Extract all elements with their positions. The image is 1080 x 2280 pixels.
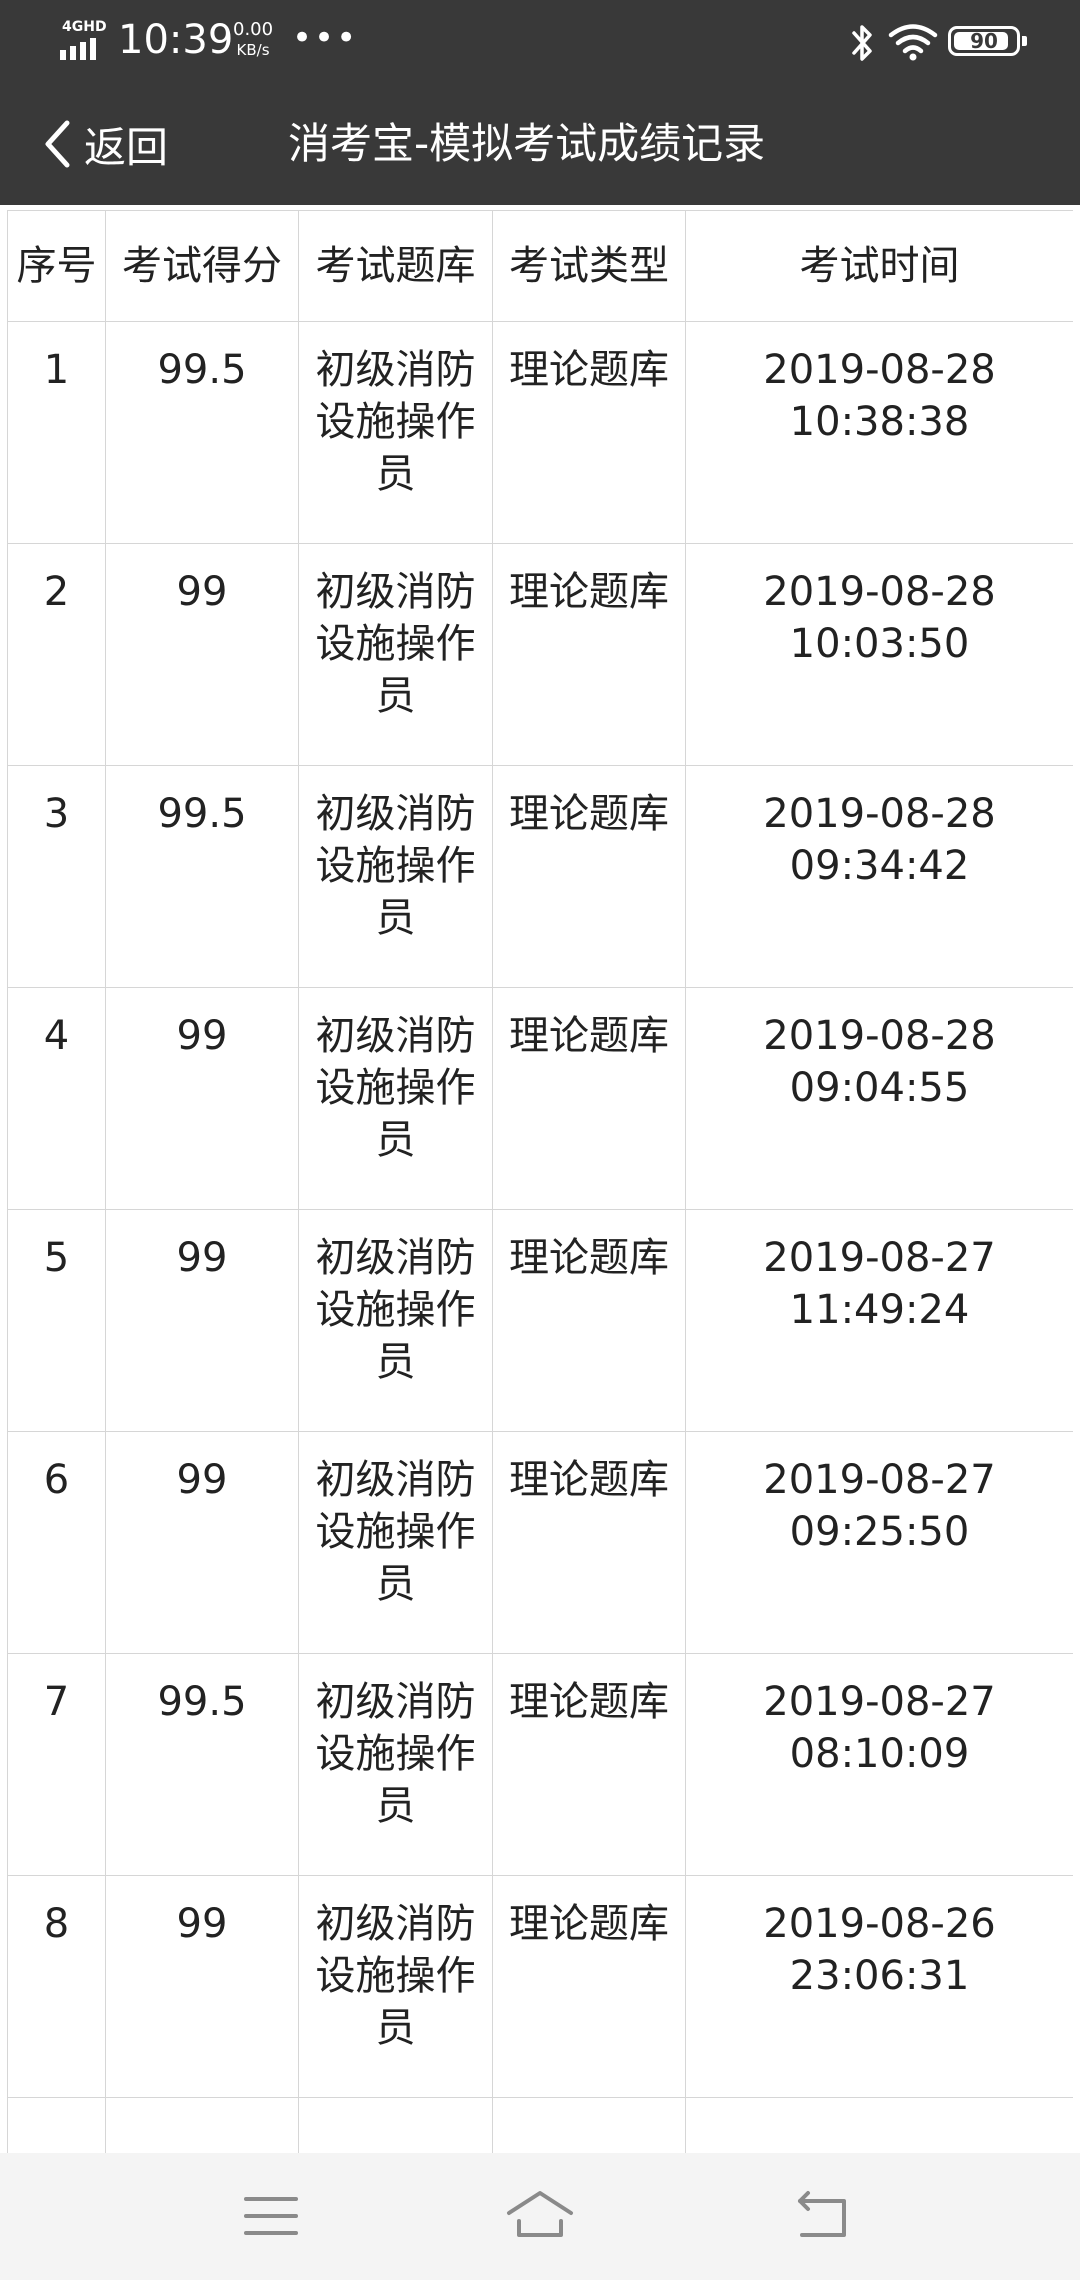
- system-nav-bar: [0, 2153, 1080, 2280]
- top-bar: 4GHD 10:39 0.00 KB/s ••• 90 返回 消考宝-模拟考试成…: [0, 0, 1080, 205]
- chevron-left-icon: [45, 120, 70, 168]
- cell-score: 99.5: [105, 1653, 299, 1876]
- return-button[interactable]: [788, 2183, 858, 2249]
- cell-no: 8: [7, 1875, 106, 2098]
- cell-bank: 初级消防设施操作员: [298, 1653, 493, 1876]
- bluetooth-icon: [852, 25, 872, 61]
- cell-no: 1: [7, 321, 106, 544]
- cell-score: 99: [105, 1209, 299, 1432]
- cell-no: 6: [7, 1431, 106, 1654]
- menu-button[interactable]: [236, 2183, 306, 2249]
- cell-clock: 10:03:50: [789, 621, 970, 667]
- cell-time: 2019-08-26 23:06:31: [685, 1875, 1073, 2098]
- cell-clock: 10:38:38: [789, 399, 970, 445]
- network-type: 4GHD: [62, 19, 107, 35]
- table-header-row: 序号 考试得分 考试题库 考试类型 考试时间: [7, 210, 1073, 322]
- cell-time: 2019-08-28 09:04:55: [685, 987, 1073, 1210]
- cell-bank: 初级消防设施操作员: [298, 321, 493, 544]
- more-notifications: •••: [292, 18, 359, 58]
- cell-clock: 11:49:24: [789, 1287, 970, 1333]
- cell-clock: 09:34:42: [789, 843, 970, 889]
- cell-bank: 初级消防设施操作员: [298, 1431, 493, 1654]
- cell-type: 理论题库: [492, 1653, 686, 1876]
- battery-level: 90: [970, 29, 998, 53]
- status-bar: 4GHD 10:39 0.00 KB/s ••• 90: [0, 0, 1080, 84]
- menu-icon: [244, 2197, 298, 2235]
- table-row[interactable]: 8 99 初级消防设施操作员 理论题库 2019-08-26 23:06:31: [7, 1875, 1073, 2098]
- cell-type: 理论题库: [492, 987, 686, 1210]
- cell-clock: 08:10:09: [789, 1731, 970, 1777]
- cell-time: 2019-08-27 11:49:24: [685, 1209, 1073, 1432]
- table-row[interactable]: 5 99 初级消防设施操作员 理论题库 2019-08-27 11:49:24: [7, 1209, 1073, 1432]
- cell-date: 2019-08-27: [763, 1679, 996, 1725]
- wifi-icon: [888, 24, 938, 61]
- battery-icon: 90: [948, 26, 1027, 56]
- cell-date: 2019-08-26: [763, 1901, 996, 1947]
- column-header-time: 考试时间: [685, 210, 1073, 322]
- cell-date: 2019-08-28: [763, 569, 996, 615]
- cell-time: 2019-08-28 09:34:42: [685, 765, 1073, 988]
- table-row[interactable]: 4 99 初级消防设施操作员 理论题库 2019-08-28 09:04:55: [7, 987, 1073, 1210]
- table-row[interactable]: 6 99 初级消防设施操作员 理论题库 2019-08-27 09:25:50: [7, 1431, 1073, 1654]
- cell-clock: 23:06:31: [789, 1953, 970, 1999]
- cell-clock: 09:25:50: [789, 1509, 970, 1555]
- cell-time: 2019-08-28 10:38:38: [685, 321, 1073, 544]
- table-row[interactable]: 3 99.5 初级消防设施操作员 理论题库 2019-08-28 09:34:42: [7, 765, 1073, 988]
- cell-date: 2019-08-28: [763, 347, 996, 393]
- cell-clock: 09:04:55: [789, 1065, 970, 1111]
- cell-time: 2019-08-27 08:10:09: [685, 1653, 1073, 1876]
- cell-type: 理论题库: [492, 1875, 686, 2098]
- signal-icon: 4GHD: [58, 19, 107, 62]
- app-header: 返回 消考宝-模拟考试成绩记录: [0, 84, 1080, 205]
- column-header-no: 序号: [7, 210, 106, 322]
- cell-no: 3: [7, 765, 106, 988]
- page-title: 消考宝-模拟考试成绩记录: [288, 119, 766, 168]
- column-header-bank: 考试题库: [298, 210, 493, 322]
- home-icon: [507, 2191, 573, 2237]
- table-row[interactable]: 1 99.5 初级消防设施操作员 理论题库 2019-08-28 10:38:38: [7, 321, 1073, 544]
- cell-date: 2019-08-28: [763, 1013, 996, 1059]
- cell-type: 理论题库: [492, 765, 686, 988]
- score-table-container[interactable]: 序号 考试得分 考试题库 考试类型 考试时间 1 99.5 初级消防设施操作员 …: [7, 210, 1073, 2153]
- home-button[interactable]: [505, 2183, 575, 2249]
- cell-bank: 初级消防设施操作员: [298, 1875, 493, 2098]
- cell-time: 2019-08-28 10:03:50: [685, 543, 1073, 766]
- cell-no: 2: [7, 543, 106, 766]
- cell-time: 2019-08-27 09:25:50: [685, 1431, 1073, 1654]
- cell-type: 理论题库: [492, 321, 686, 544]
- back-label: 返回: [84, 122, 169, 172]
- cell-date: 2019-08-28: [763, 791, 996, 837]
- cell-score: 99.5: [105, 321, 299, 544]
- cell-score: 99: [105, 1431, 299, 1654]
- status-time: 10:39: [118, 17, 234, 63]
- network-speed: 0.00 KB/s: [233, 20, 273, 60]
- cell-type: 理论题库: [492, 1431, 686, 1654]
- column-header-score: 考试得分: [105, 210, 299, 322]
- cell-bank: 初级消防设施操作员: [298, 543, 493, 766]
- table-row[interactable]: 7 99.5 初级消防设施操作员 理论题库 2019-08-27 08:10:09: [7, 1653, 1073, 1876]
- cell-score: 99.5: [105, 765, 299, 988]
- cell-bank: 初级消防设施操作员: [298, 765, 493, 988]
- cell-date: 2019-08-27: [763, 1457, 996, 1503]
- score-table: 序号 考试得分 考试题库 考试类型 考试时间 1 99.5 初级消防设施操作员 …: [7, 210, 1073, 2153]
- cell-bank: 初级消防设施操作员: [298, 987, 493, 1210]
- return-icon: [798, 2191, 846, 2237]
- cell-score: 99: [105, 543, 299, 766]
- network-speed-unit: KB/s: [236, 41, 270, 59]
- column-header-type: 考试类型: [492, 210, 686, 322]
- cell-no: 4: [7, 987, 106, 1210]
- cell-score: 99: [105, 987, 299, 1210]
- network-speed-value: 0.00: [233, 19, 274, 40]
- cell-no: 7: [7, 1653, 106, 1876]
- table-row-partial[interactable]: [7, 2097, 1073, 2153]
- back-button[interactable]: 返回: [40, 112, 168, 176]
- cell-date: 2019-08-27: [763, 1235, 996, 1281]
- cell-type: 理论题库: [492, 543, 686, 766]
- cell-score: 99: [105, 1875, 299, 2098]
- cell-bank: 初级消防设施操作员: [298, 1209, 493, 1432]
- cell-type: 理论题库: [492, 1209, 686, 1432]
- table-row[interactable]: 2 99 初级消防设施操作员 理论题库 2019-08-28 10:03:50: [7, 543, 1073, 766]
- cell-no: 5: [7, 1209, 106, 1432]
